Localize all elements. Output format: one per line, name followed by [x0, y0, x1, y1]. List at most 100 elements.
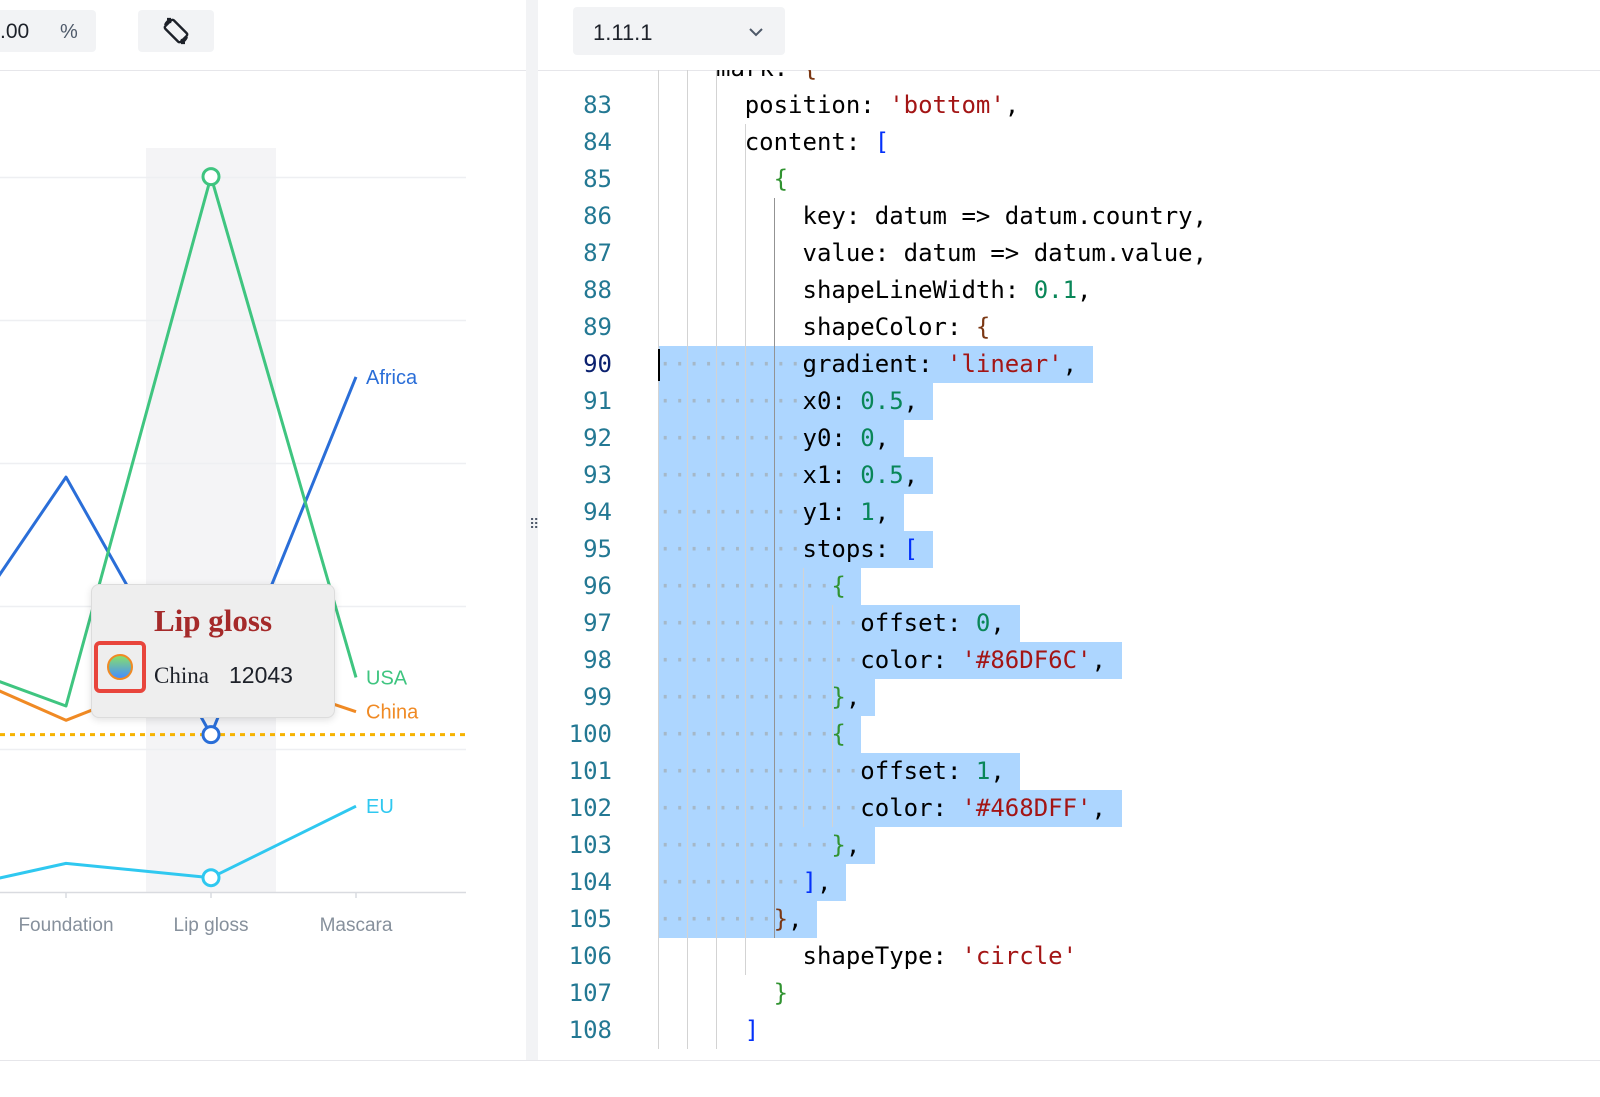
line-number: 87 [583, 239, 612, 267]
code-line: 84 content: [ [538, 124, 1600, 161]
series-label-china: China [366, 702, 419, 724]
bottom-bar [0, 1060, 1600, 1097]
pane-resize-handle[interactable]: ⠿ [526, 0, 539, 1060]
line-number: 97 [583, 609, 612, 637]
code-line: 102 ··············color: '#468DFF', [538, 790, 1600, 827]
series-point-eu [201, 868, 221, 888]
code-line: 93 ··········x1: 0.5, [538, 457, 1600, 494]
line-number: 104 [568, 868, 612, 896]
hover-crosshair-band [146, 148, 276, 892]
code-line: 94 ··········y1: 1, [538, 494, 1600, 531]
line-number: 102 [568, 794, 612, 822]
code-text: ··········y0: 0, [658, 424, 890, 452]
code-text: mark: { [716, 70, 817, 87]
line-number: 90 [583, 350, 612, 378]
line-number: 92 [583, 424, 612, 452]
line-number: 106 [568, 942, 612, 970]
zoom-unit: % [60, 21, 78, 43]
line-number: 86 [583, 202, 612, 230]
line-number: 89 [583, 313, 612, 341]
chevron-down-icon [749, 28, 763, 37]
version-value: 1.11.1 [593, 20, 653, 45]
version-select[interactable]: 1.11.1 [573, 7, 785, 55]
line-number: 103 [568, 831, 612, 859]
code-text: ··············color: '#86DF6C', [658, 646, 1106, 674]
code-text: key: datum => datum.country, [802, 202, 1208, 230]
code-text: ············}, [658, 683, 861, 711]
line-number: 84 [583, 128, 612, 156]
code-line: 89 shapeColor: { [538, 309, 1600, 346]
series-point-usa [201, 167, 221, 187]
code-text: ] [744, 1016, 760, 1044]
code-text: shapeColor: { [802, 313, 991, 341]
tooltip-series-name: China [154, 663, 209, 688]
code-text: ··········gradient: 'linear', [658, 350, 1078, 378]
line-number: 98 [583, 646, 612, 674]
code-line: 86 key: datum => datum.country, [538, 198, 1600, 235]
line-number: 88 [583, 276, 612, 304]
code-line: 97 ··············offset: 0, [538, 605, 1600, 642]
code-line: 98 ··············color: '#86DF6C', [538, 642, 1600, 679]
code-line: 92 ··········y0: 0, [538, 420, 1600, 457]
tooltip-title: Lip gloss [153, 603, 273, 638]
code-text: ··········x1: 0.5, [658, 461, 919, 489]
line-number: 96 [583, 572, 612, 600]
code-text: ··········y1: 1, [658, 498, 890, 526]
code-text: ··············offset: 0, [658, 609, 1005, 637]
code-text: ··············offset: 1, [658, 757, 1005, 785]
chart-preview-pane: Foundation Lip gloss Mascara Africa USA China… [0, 0, 526, 1060]
series-label-usa: USA [366, 667, 408, 689]
code-line: 95 ··········stops: [ [538, 531, 1600, 568]
code-line: 85 { [538, 161, 1600, 198]
code-line: 105 ········}, [538, 901, 1600, 938]
code-text: ··········x0: 0.5, [658, 387, 919, 415]
line-number: 85 [583, 165, 612, 193]
rotate-button[interactable] [138, 10, 214, 52]
line-number: 83 [583, 91, 612, 119]
code-editor-pane: 1.11.1 mark: {83 position: 'bottom',84 c… [538, 0, 1600, 1060]
code-line: 107 } [538, 975, 1600, 1012]
x-axis-label: Foundation [18, 915, 113, 936]
code-text: shapeType: 'circle' [802, 942, 1078, 970]
zoom-input[interactable]: .00 % [0, 10, 96, 52]
code-line: 99 ············}, [538, 679, 1600, 716]
code-line: 106 shapeType: 'circle' [538, 938, 1600, 975]
line-number: 93 [583, 461, 612, 489]
code-text: ········}, [658, 905, 803, 933]
line-number: 101 [568, 757, 612, 785]
code-line: 83 position: 'bottom', [538, 87, 1600, 124]
code-line-partial: mark: { [538, 70, 1600, 87]
code-line: 90 ··········gradient: 'linear', [538, 346, 1600, 383]
preview-toolbar: .00 % [0, 0, 526, 71]
line-chart: Foundation Lip gloss Mascara Africa USA China… [0, 148, 466, 936]
code-text: ············{ [658, 720, 846, 748]
code-text: shapeLineWidth: 0.1, [802, 276, 1092, 304]
line-number: 107 [568, 979, 612, 1007]
zoom-value[interactable]: .00 [0, 20, 29, 44]
line-number: 100 [568, 720, 612, 748]
code-line: 96 ············{ [538, 568, 1600, 605]
code-text: position: 'bottom', [744, 91, 1020, 119]
code-line: 87 value: datum => datum.value, [538, 235, 1600, 272]
line-number: 95 [583, 535, 612, 563]
code-text: value: datum => datum.value, [802, 239, 1208, 267]
editor-toolbar: 1.11.1 [538, 0, 1600, 71]
code-text: { [773, 165, 789, 193]
line-number: 94 [583, 498, 612, 526]
x-axis-label: Mascara [320, 915, 393, 936]
code-text: ··············color: '#468DFF', [658, 794, 1106, 822]
line-number: 108 [568, 1016, 612, 1044]
code-line: 91 ··········x0: 0.5, [538, 383, 1600, 420]
chart-tooltip: Lip gloss China 12043 [91, 584, 335, 718]
series-point-africa [201, 725, 221, 745]
code-text: content: [ [744, 128, 890, 156]
code-line: 103 ············}, [538, 827, 1600, 864]
code-text: ··········stops: [ [658, 535, 919, 563]
gradient-circle-icon [107, 654, 133, 680]
code-line: 100 ············{ [538, 716, 1600, 753]
code-line: 104 ··········], [538, 864, 1600, 901]
code-line: 108 ] [538, 1012, 1600, 1049]
code-editor[interactable]: mark: {83 position: 'bottom',84 content:… [538, 70, 1600, 1060]
code-text: ············}, [658, 831, 861, 859]
x-axis-label: Lip gloss [174, 915, 249, 936]
